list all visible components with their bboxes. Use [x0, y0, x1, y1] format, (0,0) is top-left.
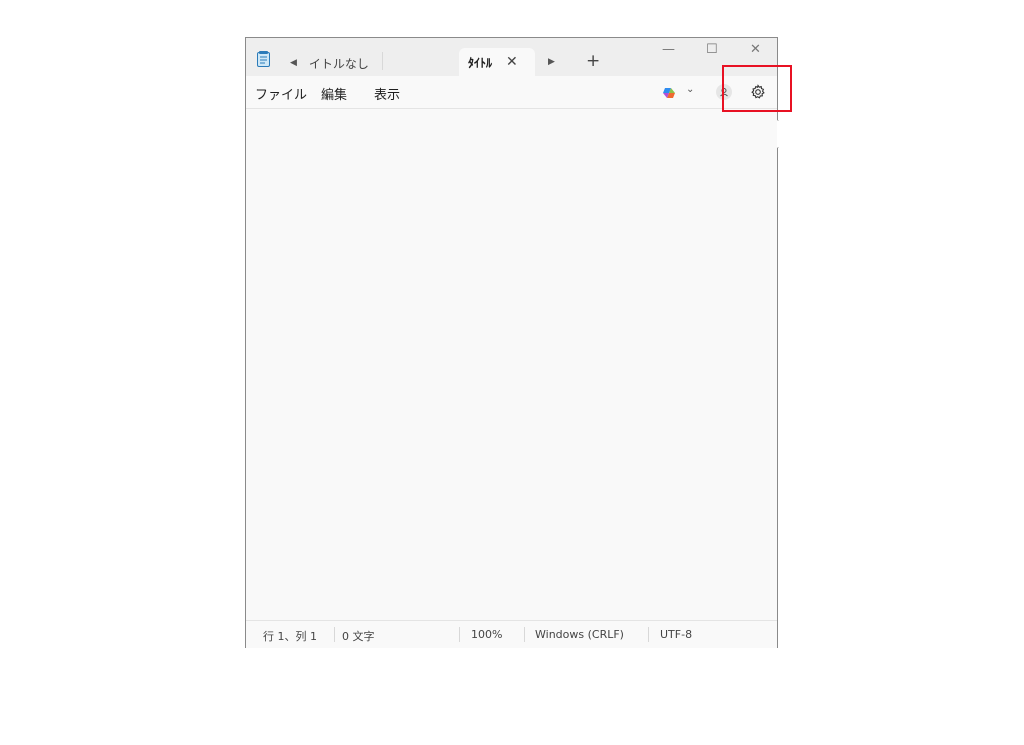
tab-divider [382, 52, 383, 70]
copilot-icon[interactable] [662, 85, 676, 99]
line-ending[interactable]: Windows (CRLF) [535, 628, 624, 641]
status-bar: 行 1、列 1 0 文字 100% Windows (CRLF) UTF-8 [246, 620, 777, 648]
menu-view[interactable]: 表示 [374, 84, 400, 103]
minimize-button[interactable]: — [662, 42, 675, 57]
menu-file[interactable]: ファイル [255, 84, 307, 103]
cursor-position: 行 1、列 1 [263, 630, 317, 643]
tab-next-arrow-icon[interactable]: ▶ [548, 57, 555, 67]
zoom-level[interactable]: 100% [471, 628, 502, 641]
status-divider [524, 627, 525, 642]
tab-label: ﾀｲﾄﾙ [468, 55, 493, 70]
settings-highlight-box [722, 65, 792, 112]
status-divider [648, 627, 649, 642]
tab-prev-arrow-icon: ◀ [290, 58, 297, 68]
menu-edit[interactable]: 編集 [321, 84, 347, 103]
tab-active[interactable]: ﾀｲﾄﾙ ✕ [459, 48, 535, 76]
char-count: 0 文字 [342, 630, 375, 643]
status-divider [459, 627, 460, 642]
close-button[interactable]: ✕ [750, 42, 761, 57]
tab-label: イトルなし [308, 56, 369, 71]
notepad-window: ◀ イトルなし ﾀｲﾄﾙ ✕ ▶ + — ☐ ✕ ファイル 編集 表示 ⌄ 行 … [245, 37, 779, 648]
status-divider [334, 627, 335, 642]
tab-untitled[interactable]: ◀ イトルなし [290, 52, 382, 74]
encoding[interactable]: UTF-8 [660, 628, 692, 641]
title-bar: ◀ イトルなし ﾀｲﾄﾙ ✕ ▶ + — ☐ ✕ [246, 38, 777, 76]
text-editor[interactable] [246, 109, 777, 620]
notepad-icon [257, 51, 270, 67]
menu-bar: ファイル 編集 表示 [246, 76, 777, 109]
maximize-button[interactable]: ☐ [706, 42, 718, 57]
new-tab-button[interactable]: + [586, 51, 600, 71]
chevron-down-icon[interactable]: ⌄ [686, 84, 694, 95]
tab-close-icon[interactable]: ✕ [506, 54, 518, 70]
